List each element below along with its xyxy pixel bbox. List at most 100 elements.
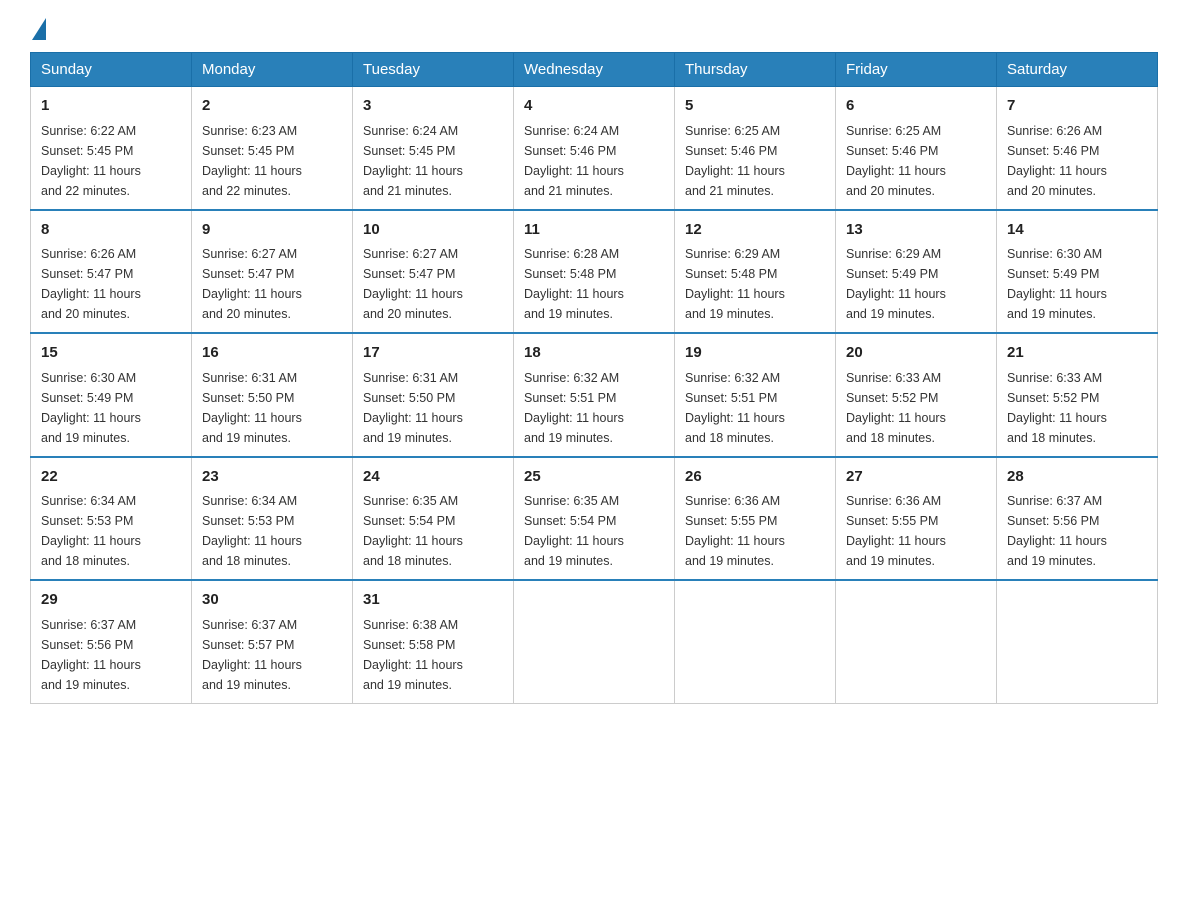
header-sunday: Sunday xyxy=(31,53,192,87)
calendar-cell: 9Sunrise: 6:27 AMSunset: 5:47 PMDaylight… xyxy=(192,210,353,334)
day-number: 29 xyxy=(41,589,181,612)
calendar-cell: 28Sunrise: 6:37 AMSunset: 5:56 PMDayligh… xyxy=(997,457,1158,581)
calendar-cell: 21 Sunrise: 6:33 AMSunset: 5:52 PMDayligh… xyxy=(997,333,1158,457)
day-info: Sunrise: 6:27 AMSunset: 5:47 PMDaylight:… xyxy=(363,244,503,324)
calendar-cell: 26Sunrise: 6:36 AMSunset: 5:55 PMDayligh… xyxy=(675,457,836,581)
day-info: Sunrise: 6:34 AMSunset: 5:53 PMDaylight:… xyxy=(202,491,342,571)
day-info: Sunrise: 6:38 AMSunset: 5:58 PMDaylight:… xyxy=(363,615,503,695)
calendar-cell: 11Sunrise: 6:28 AMSunset: 5:48 PMDayligh… xyxy=(514,210,675,334)
calendar-cell: 4Sunrise: 6:24 AMSunset: 5:46 PMDaylight… xyxy=(514,87,675,210)
calendar-cell: 1Sunrise: 6:22 AMSunset: 5:45 PMDaylight… xyxy=(31,87,192,210)
day-info: Sunrise: 6:34 AMSunset: 5:53 PMDaylight:… xyxy=(41,491,181,571)
day-info: Sunrise: 6:30 AMSunset: 5:49 PMDaylight:… xyxy=(41,368,181,448)
day-info: Sunrise: 6:28 AMSunset: 5:48 PMDaylight:… xyxy=(524,244,664,324)
day-number: 6 xyxy=(846,95,986,118)
calendar-cell: 13Sunrise: 6:29 AMSunset: 5:49 PMDayligh… xyxy=(836,210,997,334)
calendar-cell: 20 Sunrise: 6:33 AMSunset: 5:52 PMDayligh… xyxy=(836,333,997,457)
week-row-2: 8Sunrise: 6:26 AMSunset: 5:47 PMDaylight… xyxy=(31,210,1158,334)
calendar-cell: 3 Sunrise: 6:24 AMSunset: 5:45 PMDaylight… xyxy=(353,87,514,210)
day-number: 30 xyxy=(202,589,342,612)
day-info: Sunrise: 6:37 AMSunset: 5:57 PMDaylight:… xyxy=(202,615,342,695)
day-number: 27 xyxy=(846,466,986,489)
day-number: 22 xyxy=(41,466,181,489)
day-number: 7 xyxy=(1007,95,1147,118)
header-thursday: Thursday xyxy=(675,53,836,87)
calendar-cell xyxy=(675,580,836,703)
week-row-3: 15 Sunrise: 6:30 AMSunset: 5:49 PMDayligh… xyxy=(31,333,1158,457)
day-number: 11 xyxy=(524,219,664,242)
calendar-cell: 22Sunrise: 6:34 AMSunset: 5:53 PMDayligh… xyxy=(31,457,192,581)
day-number: 23 xyxy=(202,466,342,489)
day-info: Sunrise: 6:27 AMSunset: 5:47 PMDaylight:… xyxy=(202,244,342,324)
day-info: Sunrise: 6:31 AMSunset: 5:50 PMDaylight:… xyxy=(363,368,503,448)
calendar-cell: 10Sunrise: 6:27 AMSunset: 5:47 PMDayligh… xyxy=(353,210,514,334)
day-number: 14 xyxy=(1007,219,1147,242)
day-info: Sunrise: 6:23 AMSunset: 5:45 PMDaylight:… xyxy=(202,121,342,201)
calendar-cell: 23Sunrise: 6:34 AMSunset: 5:53 PMDayligh… xyxy=(192,457,353,581)
page-header xyxy=(30,20,1158,42)
calendar-cell xyxy=(836,580,997,703)
day-number: 21 xyxy=(1007,342,1147,365)
day-number: 10 xyxy=(363,219,503,242)
day-number: 15 xyxy=(41,342,181,365)
day-number: 8 xyxy=(41,219,181,242)
calendar-cell: 29 Sunrise: 6:37 AMSunset: 5:56 PMDayligh… xyxy=(31,580,192,703)
day-info: Sunrise: 6:33 AMSunset: 5:52 PMDaylight:… xyxy=(1007,368,1147,448)
day-info: Sunrise: 6:29 AMSunset: 5:48 PMDaylight:… xyxy=(685,244,825,324)
calendar-cell: 30 Sunrise: 6:37 AMSunset: 5:57 PMDayligh… xyxy=(192,580,353,703)
day-info: Sunrise: 6:25 AMSunset: 5:46 PMDaylight:… xyxy=(685,121,825,201)
header-saturday: Saturday xyxy=(997,53,1158,87)
day-info: Sunrise: 6:22 AMSunset: 5:45 PMDaylight:… xyxy=(41,121,181,201)
day-number: 16 xyxy=(202,342,342,365)
day-number: 26 xyxy=(685,466,825,489)
day-number: 25 xyxy=(524,466,664,489)
calendar-cell: 16 Sunrise: 6:31 AMSunset: 5:50 PMDayligh… xyxy=(192,333,353,457)
day-info: Sunrise: 6:25 AMSunset: 5:46 PMDaylight:… xyxy=(846,121,986,201)
day-number: 20 xyxy=(846,342,986,365)
day-info: Sunrise: 6:30 AMSunset: 5:49 PMDaylight:… xyxy=(1007,244,1147,324)
day-number: 17 xyxy=(363,342,503,365)
day-info: Sunrise: 6:33 AMSunset: 5:52 PMDaylight:… xyxy=(846,368,986,448)
calendar-cell: 17 Sunrise: 6:31 AMSunset: 5:50 PMDayligh… xyxy=(353,333,514,457)
calendar-cell: 7Sunrise: 6:26 AMSunset: 5:46 PMDaylight… xyxy=(997,87,1158,210)
calendar-cell: 19Sunrise: 6:32 AMSunset: 5:51 PMDayligh… xyxy=(675,333,836,457)
day-number: 18 xyxy=(524,342,664,365)
header-friday: Friday xyxy=(836,53,997,87)
day-number: 5 xyxy=(685,95,825,118)
day-number: 9 xyxy=(202,219,342,242)
calendar-cell: 31 Sunrise: 6:38 AMSunset: 5:58 PMDayligh… xyxy=(353,580,514,703)
week-row-5: 29 Sunrise: 6:37 AMSunset: 5:56 PMDayligh… xyxy=(31,580,1158,703)
day-info: Sunrise: 6:31 AMSunset: 5:50 PMDaylight:… xyxy=(202,368,342,448)
day-number: 3 xyxy=(363,95,503,118)
day-info: Sunrise: 6:35 AMSunset: 5:54 PMDaylight:… xyxy=(363,491,503,571)
day-number: 24 xyxy=(363,466,503,489)
header-tuesday: Tuesday xyxy=(353,53,514,87)
calendar-table: SundayMondayTuesdayWednesdayThursdayFrid… xyxy=(30,52,1158,704)
logo xyxy=(30,20,46,42)
day-number: 12 xyxy=(685,219,825,242)
calendar-cell: 27Sunrise: 6:36 AMSunset: 5:55 PMDayligh… xyxy=(836,457,997,581)
day-info: Sunrise: 6:32 AMSunset: 5:51 PMDaylight:… xyxy=(524,368,664,448)
calendar-cell: 25Sunrise: 6:35 AMSunset: 5:54 PMDayligh… xyxy=(514,457,675,581)
day-number: 31 xyxy=(363,589,503,612)
day-info: Sunrise: 6:24 AMSunset: 5:46 PMDaylight:… xyxy=(524,121,664,201)
calendar-cell: 24Sunrise: 6:35 AMSunset: 5:54 PMDayligh… xyxy=(353,457,514,581)
day-number: 28 xyxy=(1007,466,1147,489)
calendar-cell: 12Sunrise: 6:29 AMSunset: 5:48 PMDayligh… xyxy=(675,210,836,334)
day-number: 2 xyxy=(202,95,342,118)
day-info: Sunrise: 6:29 AMSunset: 5:49 PMDaylight:… xyxy=(846,244,986,324)
day-info: Sunrise: 6:37 AMSunset: 5:56 PMDaylight:… xyxy=(1007,491,1147,571)
week-row-4: 22Sunrise: 6:34 AMSunset: 5:53 PMDayligh… xyxy=(31,457,1158,581)
week-row-1: 1Sunrise: 6:22 AMSunset: 5:45 PMDaylight… xyxy=(31,87,1158,210)
calendar-cell xyxy=(997,580,1158,703)
day-info: Sunrise: 6:24 AMSunset: 5:45 PMDaylight:… xyxy=(363,121,503,201)
calendar-cell: 18 Sunrise: 6:32 AMSunset: 5:51 PMDayligh… xyxy=(514,333,675,457)
day-info: Sunrise: 6:37 AMSunset: 5:56 PMDaylight:… xyxy=(41,615,181,695)
day-info: Sunrise: 6:36 AMSunset: 5:55 PMDaylight:… xyxy=(846,491,986,571)
header-wednesday: Wednesday xyxy=(514,53,675,87)
day-info: Sunrise: 6:35 AMSunset: 5:54 PMDaylight:… xyxy=(524,491,664,571)
day-number: 19 xyxy=(685,342,825,365)
logo-triangle-icon xyxy=(32,18,46,40)
day-info: Sunrise: 6:36 AMSunset: 5:55 PMDaylight:… xyxy=(685,491,825,571)
day-info: Sunrise: 6:26 AMSunset: 5:47 PMDaylight:… xyxy=(41,244,181,324)
